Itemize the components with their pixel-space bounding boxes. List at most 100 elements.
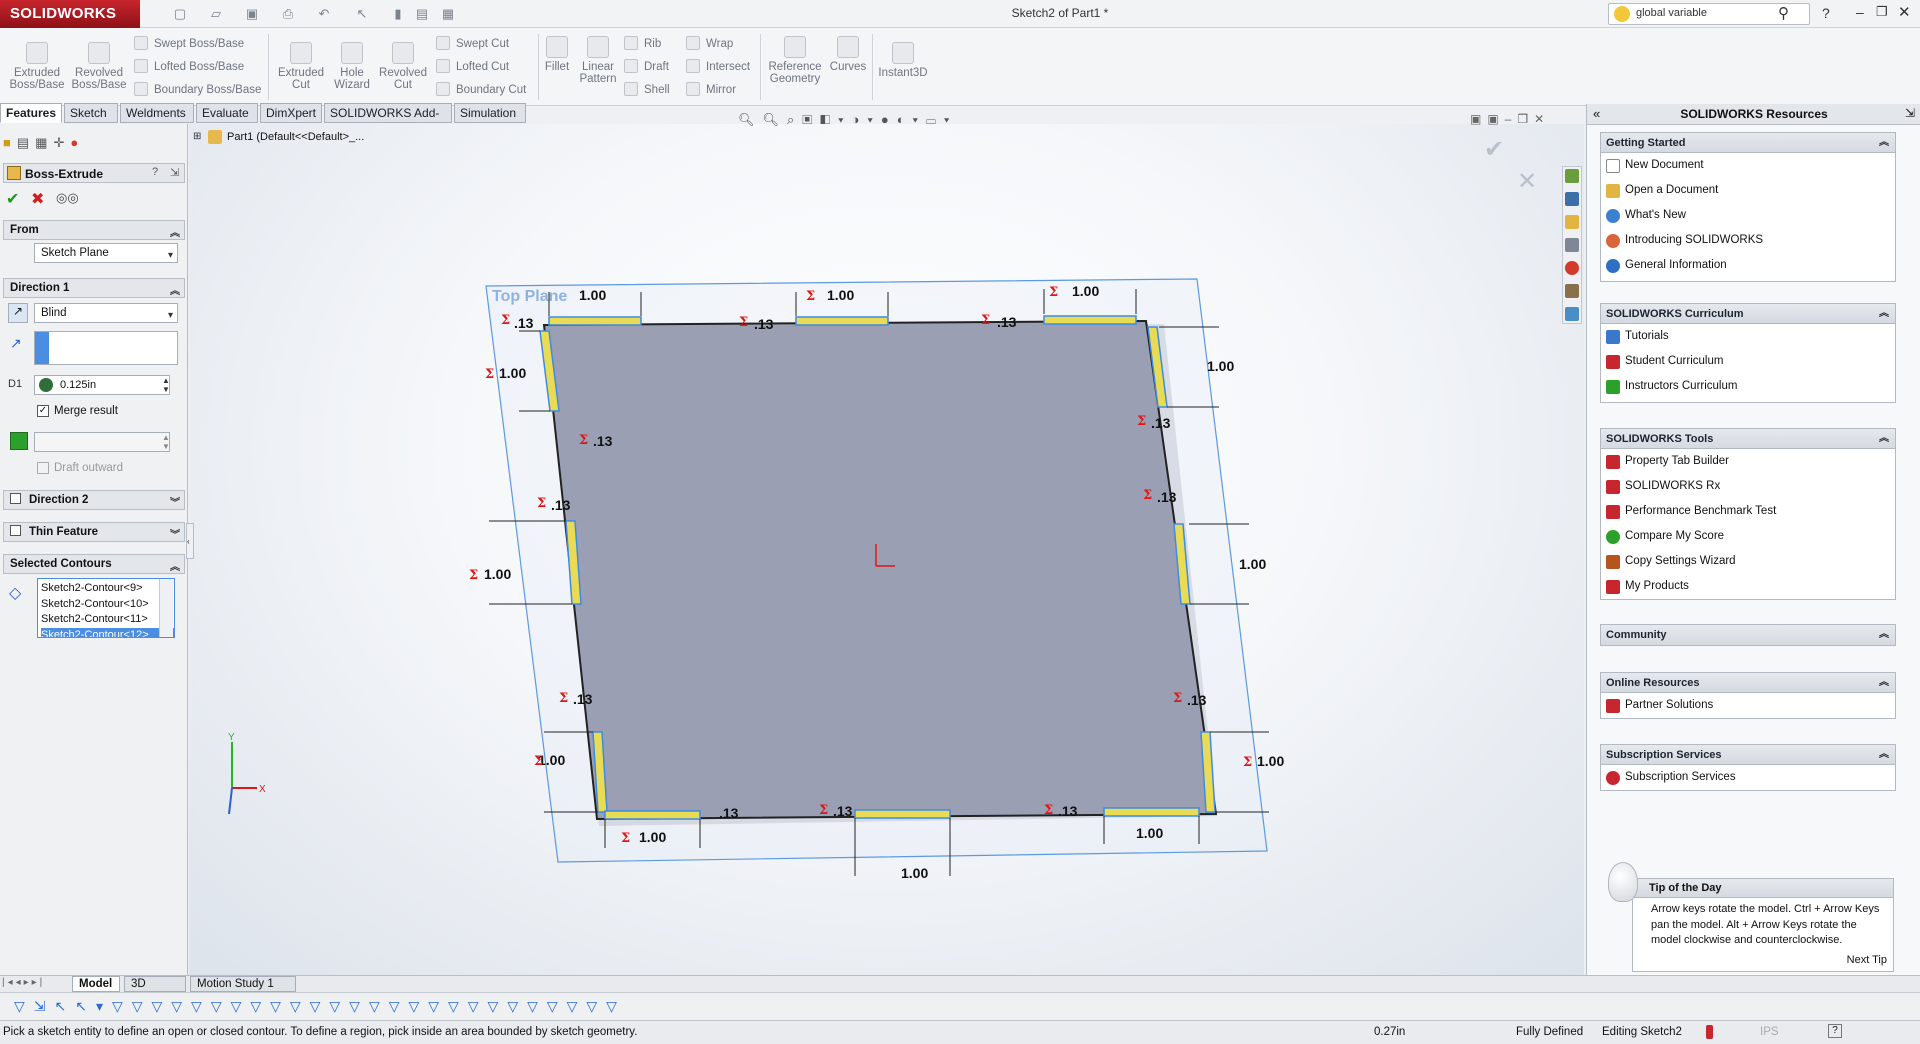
depth-spinner[interactable]: ▲ ▼	[162, 376, 170, 394]
list-item[interactable]: Sketch2-Contour<12>	[41, 627, 174, 637]
rebuild-icon[interactable]: ▮	[390, 6, 406, 22]
dimension-label[interactable]: 1.00	[1239, 556, 1266, 572]
tab-model[interactable]: Model	[72, 976, 120, 992]
direction2-checkbox[interactable]	[10, 493, 21, 504]
rebuild-indicator-icon[interactable]	[1706, 1025, 1713, 1039]
tab-weldments[interactable]: Weldments	[120, 103, 194, 123]
confirm-checkmark-icon[interactable]: ✔	[1484, 136, 1504, 163]
tree-root-label[interactable]: Part1 (Default<<Default>_...	[227, 131, 364, 143]
search-input[interactable]: global variable	[1636, 7, 1707, 19]
thickness-label[interactable]: .13	[997, 314, 1017, 330]
collapse-icon[interactable]: ︽	[170, 558, 180, 577]
thickness-label[interactable]: .13	[1187, 692, 1207, 708]
tab-sketch[interactable]: Sketch	[64, 103, 118, 123]
units-label[interactable]: IPS	[1760, 1026, 1779, 1038]
instructors-curriculum-link[interactable]: Instructors Curriculum	[1601, 374, 1895, 399]
contours-list-scrollbar[interactable]	[159, 579, 173, 637]
from-dropdown[interactable]: Sketch Plane ▾	[34, 243, 178, 263]
revolved-cut-button[interactable]: Revolved Cut	[376, 42, 430, 91]
next-tip-link[interactable]: Next Tip	[1633, 954, 1893, 966]
solidworks-rx-link[interactable]: SOLIDWORKS Rx	[1601, 474, 1895, 499]
heads-up-view-toolbar[interactable]: 🔍︎🔍︎⌕▣◧▾◑▾●◐▾▭▾	[738, 112, 1038, 128]
cancel-x-icon[interactable]: ✕	[1517, 168, 1537, 195]
section-header[interactable]: Getting Started ︽	[1601, 133, 1895, 153]
draft-button[interactable]: Draft	[624, 59, 669, 73]
expand-icon[interactable]: ︾	[170, 494, 180, 513]
lofted-cut-button[interactable]: Lofted Cut	[436, 59, 509, 73]
from-section-header[interactable]: From ︽	[3, 220, 185, 240]
rib-button[interactable]: Rib	[624, 36, 661, 50]
configuration-manager-icon[interactable]: ▦	[35, 135, 53, 150]
expand-icon[interactable]: ︾	[170, 526, 180, 545]
search-icon[interactable]: ⚲	[1778, 4, 1789, 22]
tab-features[interactable]: Features	[0, 103, 62, 123]
tab-addins[interactable]: SOLIDWORKS Add-Ins	[324, 103, 452, 139]
thickness-label[interactable]: .13	[573, 691, 593, 707]
lofted-boss-button[interactable]: Lofted Boss/Base	[134, 59, 244, 73]
dimension-label[interactable]: 1.00	[1257, 753, 1284, 769]
panel-collapse-handle[interactable]: ‹	[186, 523, 194, 559]
tab-motion-study[interactable]: Motion Study 1	[190, 976, 296, 992]
hole-wizard-button[interactable]: Hole Wizard	[326, 42, 378, 91]
direction-vector-field[interactable]	[34, 331, 178, 365]
tab-evaluate[interactable]: Evaluate	[196, 103, 258, 123]
contours-list[interactable]: Sketch2-Contour<9> Sketch2-Contour<10> S…	[37, 578, 175, 638]
shell-button[interactable]: Shell	[624, 82, 670, 96]
pin-icon[interactable]: ⇲	[1905, 106, 1915, 120]
view-palette-icon[interactable]	[1565, 238, 1579, 252]
dimension-label[interactable]: 1.00	[579, 287, 606, 303]
dimension-label[interactable]: 1.00	[639, 829, 666, 845]
cancel-icon[interactable]: ✖	[31, 189, 44, 209]
wrap-button[interactable]: Wrap	[686, 36, 733, 50]
subscription-services-link[interactable]: Subscription Services	[1601, 765, 1895, 790]
section-header[interactable]: Community ︽	[1601, 625, 1895, 645]
thin-feature-checkbox[interactable]	[10, 525, 21, 536]
partner-solutions-link[interactable]: Partner Solutions	[1601, 693, 1895, 718]
curves-button[interactable]: Curves	[826, 36, 870, 73]
depth-value[interactable]: 0.125in	[60, 379, 96, 391]
forum-icon[interactable]	[1565, 307, 1579, 321]
general-information-link[interactable]: General Information	[1601, 253, 1895, 278]
file-explorer-icon[interactable]	[1565, 215, 1579, 229]
extruded-cut-button[interactable]: Extruded Cut	[272, 42, 330, 91]
section-header[interactable]: Subscription Services ︽	[1601, 745, 1895, 765]
select-icon[interactable]: ↖	[354, 6, 370, 22]
tutorials-link[interactable]: Tutorials	[1601, 324, 1895, 349]
open-icon[interactable]: ▱	[208, 6, 224, 22]
pm-help-icon[interactable]: ?	[152, 166, 158, 178]
property-manager-icon[interactable]: ▤	[17, 135, 35, 150]
dimension-label[interactable]: 1.00	[499, 365, 526, 381]
viewport-window-controls[interactable]: ▣▣–❐✕	[1470, 112, 1550, 126]
tab-scroll-icons[interactable]: |◂◂▸▸|	[2, 977, 45, 988]
dimension-label[interactable]: 1.00	[1136, 825, 1163, 841]
expand-icon[interactable]: ︽	[1879, 625, 1889, 645]
graphics-svg[interactable]: Top Plane 1.00 1.00 1.00 1.00 1.00 1.00 …	[189, 124, 1584, 975]
draft-toggle-icon[interactable]	[10, 432, 28, 450]
list-item[interactable]: Sketch2-Contour<9>	[41, 581, 174, 597]
whats-new-link[interactable]: What's New	[1601, 203, 1895, 228]
depth-input[interactable]	[34, 375, 170, 395]
collapse-icon[interactable]: ︽	[170, 224, 180, 243]
tree-expand-icon[interactable]: ⊞	[193, 131, 201, 142]
preview-icon[interactable]: ◎◎	[56, 190, 79, 206]
appearances-icon[interactable]	[1565, 261, 1579, 275]
property-tab-builder-link[interactable]: Property Tab Builder	[1601, 449, 1895, 474]
direction2-section-header[interactable]: Direction 2 ︾	[3, 490, 185, 510]
tab-simulation[interactable]: Simulation	[454, 103, 526, 123]
custom-properties-icon[interactable]	[1565, 284, 1579, 298]
copy-settings-link[interactable]: Copy Settings Wizard	[1601, 549, 1895, 574]
tab-dimxpert[interactable]: DimXpert	[260, 103, 322, 123]
collapse-icon[interactable]: ︽	[1879, 304, 1889, 324]
merge-result-checkbox[interactable]: ✓	[37, 405, 49, 417]
collapse-icon[interactable]: ︽	[170, 282, 180, 301]
save-icon[interactable]: ▣	[244, 6, 260, 22]
mirror-button[interactable]: Mirror	[686, 82, 736, 96]
options-icon[interactable]: ▦	[440, 6, 456, 22]
reverse-direction-button[interactable]: ↗	[8, 303, 28, 323]
draft-outward-checkbox[interactable]	[37, 462, 49, 474]
dimension-label[interactable]: 1.00	[1207, 358, 1234, 374]
collapse-icon[interactable]: ︽	[1879, 673, 1889, 693]
dimxpert-manager-icon[interactable]: ✛	[53, 135, 70, 150]
collapse-icon[interactable]: ︽	[1879, 133, 1889, 153]
filter-icons[interactable]: ▽⇲↖↖▾▽▽▽▽▽▽▽▽▽▽▽▽▽▽▽▽▽▽▽▽▽▽▽▽▽▽	[14, 998, 626, 1015]
